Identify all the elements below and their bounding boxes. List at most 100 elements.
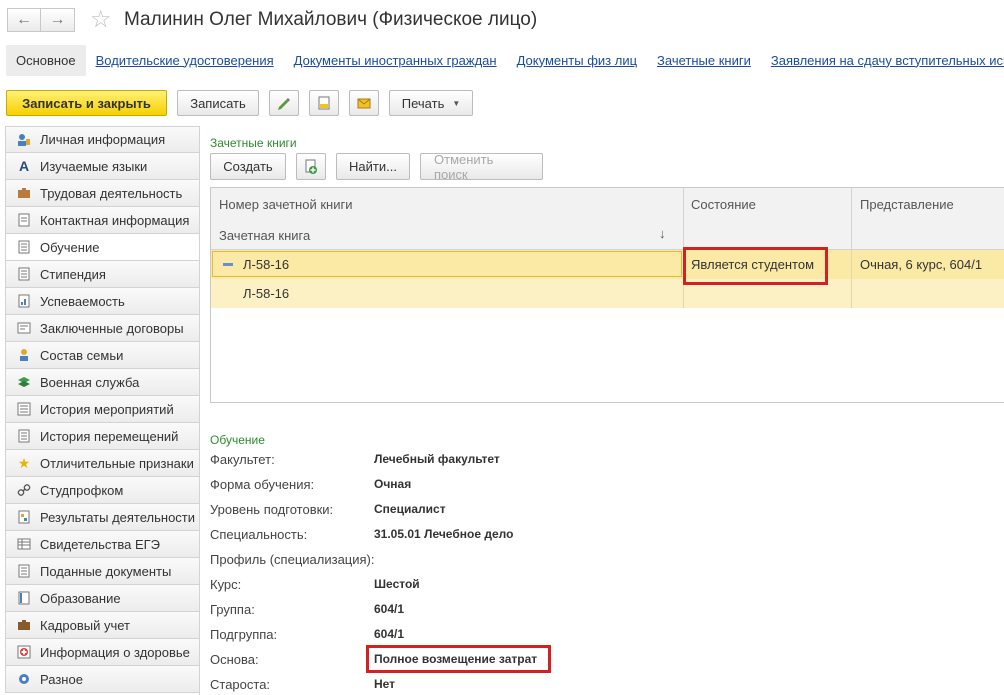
misc-icon <box>16 671 32 687</box>
column-divider <box>851 188 852 250</box>
sidebar-item-progress[interactable]: Успеваемость <box>5 288 200 315</box>
sidebar-item-hr[interactable]: Кадровый учет <box>5 612 200 639</box>
sidebar-item-label: История перемещений <box>40 428 179 444</box>
table-header: Номер зачетной книги Зачетная книга ↓ Со… <box>211 188 1004 250</box>
field-label-course: Курс: <box>210 577 242 592</box>
sidebar-item-military[interactable]: Военная служба <box>5 369 200 396</box>
table-row[interactable]: Л-58-16 <box>211 279 1004 308</box>
window-title: Малинин Олег Михайлович (Физическое лицо… <box>124 9 538 30</box>
tab-entrance-applications[interactable]: Заявления на сдачу вступительных исп <box>771 53 1004 68</box>
forward-button[interactable]: → <box>41 8 75 32</box>
print-label: Печать <box>401 95 445 111</box>
briefcase-icon <box>16 617 32 633</box>
sidebar-item-submitted-documents[interactable]: Поданные документы <box>5 558 200 585</box>
edit-button[interactable] <box>269 90 299 116</box>
field-label-profile: Профиль (специализация): <box>210 552 375 567</box>
sidebar-item-family[interactable]: Состав семьи <box>5 342 200 369</box>
sidebar-item-contacts[interactable]: Контактная информация <box>5 207 200 234</box>
copy-button[interactable] <box>296 153 326 180</box>
sidebar-item-label: Образование <box>40 590 121 606</box>
sidebar: Личная информация A Изучаемые языки Труд… <box>5 126 200 693</box>
sidebar-item-label: Кадровый учет <box>40 617 130 633</box>
column-header-number[interactable]: Номер зачетной книги <box>219 197 352 212</box>
sidebar-item-ege-certificates[interactable]: Свидетельства ЕГЭ <box>5 531 200 558</box>
field-label-group: Группа: <box>210 602 255 617</box>
create-button[interactable]: Создать <box>210 153 286 180</box>
print-button[interactable]: Печать ▼ <box>389 90 473 116</box>
column-header-book[interactable]: Зачетная книга <box>219 228 310 243</box>
sidebar-item-movements-history[interactable]: История перемещений <box>5 423 200 450</box>
field-value-group: 604/1 <box>374 602 405 616</box>
sidebar-item-languages[interactable]: A Изучаемые языки <box>5 153 200 180</box>
report-icon <box>16 293 32 309</box>
tab-main[interactable]: Основное <box>6 44 86 76</box>
save-button[interactable]: Записать <box>177 90 259 116</box>
column-divider <box>851 250 852 279</box>
gradebooks-section-title: Зачетные книги <box>210 136 297 150</box>
navigation-buttons: ← → <box>7 8 75 32</box>
sidebar-item-label: История мероприятий <box>40 401 174 417</box>
field-value-faculty: Лечебный факультет <box>374 452 500 466</box>
sidebar-item-misc[interactable]: Разное <box>5 666 200 693</box>
sidebar-item-label: Отличительные признаки <box>40 455 194 471</box>
sidebar-item-contracts[interactable]: Заключенные договоры <box>5 315 200 342</box>
sidebar-item-label: Студпрофком <box>40 482 124 498</box>
sidebar-item-education[interactable]: Обучение <box>5 234 200 261</box>
back-button[interactable]: ← <box>7 8 41 32</box>
gradebooks-toolbar: Создать Найти... Отменить поиск <box>210 152 553 182</box>
sidebar-item-education-history[interactable]: Образование <box>5 585 200 612</box>
table-row[interactable]: Л-58-16 Является студентом Очная, 6 курс… <box>211 250 1004 279</box>
envelope-icon <box>357 98 371 109</box>
arrow-left-icon: ← <box>16 11 32 28</box>
sidebar-item-label: Контактная информация <box>40 212 190 228</box>
cancel-search-button[interactable]: Отменить поиск <box>420 152 543 182</box>
sidebar-item-label: Заключенные договоры <box>40 320 184 336</box>
tab-person-documents[interactable]: Документы физ лиц <box>517 53 637 68</box>
report-icon <box>318 96 330 110</box>
favorite-star-icon[interactable]: ☆ <box>90 6 112 34</box>
field-value-level: Специалист <box>374 502 446 516</box>
sidebar-item-scholarship[interactable]: Стипендия <box>5 261 200 288</box>
column-header-state[interactable]: Состояние <box>691 197 756 212</box>
sidebar-item-label: Личная информация <box>40 132 166 147</box>
field-label-basis: Основа: <box>210 652 259 667</box>
sidebar-item-events-history[interactable]: История мероприятий <box>5 396 200 423</box>
sidebar-item-label: Изучаемые языки <box>40 158 148 174</box>
sidebar-item-personal-info[interactable]: Личная информация <box>5 126 200 153</box>
sidebar-item-label: Поданные документы <box>40 563 172 579</box>
highlight-annotation-basis <box>366 645 551 673</box>
mail-button[interactable] <box>349 90 379 116</box>
sidebar-item-label: Трудовая деятельность <box>40 185 183 201</box>
family-icon <box>16 347 32 363</box>
sidebar-item-health[interactable]: Информация о здоровье <box>5 639 200 666</box>
tab-gradebooks[interactable]: Зачетные книги <box>657 53 751 68</box>
sidebar-item-label: Результаты деятельности <box>40 509 196 525</box>
cell-number: Л-58-16 <box>243 286 290 301</box>
sidebar-item-studprofkom[interactable]: Студпрофком <box>5 477 200 504</box>
column-header-representation[interactable]: Представление <box>860 197 954 212</box>
find-button[interactable]: Найти... <box>336 153 410 180</box>
sidebar-item-label: Разное <box>40 671 83 687</box>
field-label-study-form: Форма обучения: <box>210 477 315 492</box>
document-icon <box>16 239 32 255</box>
health-icon <box>16 644 32 660</box>
tab-driver-licenses[interactable]: Водительские удостоверения <box>96 53 274 68</box>
report-button[interactable] <box>309 90 339 116</box>
field-value-study-form: Очная <box>374 477 412 491</box>
tab-foreign-documents[interactable]: Документы иностранных граждан <box>294 53 497 68</box>
military-icon <box>16 374 32 390</box>
sidebar-item-distinctive-features[interactable]: ★ Отличительные признаки <box>5 450 200 477</box>
document-icon <box>16 563 32 579</box>
book-icon <box>16 590 32 606</box>
row-expand-icon[interactable] <box>223 263 233 266</box>
person-card-icon <box>16 132 32 148</box>
field-value-course: Шестой <box>374 577 420 591</box>
field-label-level: Уровень подготовки: <box>210 502 334 517</box>
save-and-close-button[interactable]: Записать и закрыть <box>6 90 167 116</box>
sort-down-icon[interactable]: ↓ <box>659 226 666 241</box>
form-toolbar: Записать и закрыть Записать Печать ▼ <box>6 90 483 116</box>
sidebar-item-results[interactable]: Результаты деятельности <box>5 504 200 531</box>
field-value-specialty: 31.05.01 Лечебное дело <box>374 527 514 541</box>
field-label-subgroup: Подгруппа: <box>210 627 278 642</box>
sidebar-item-work[interactable]: Трудовая деятельность <box>5 180 200 207</box>
